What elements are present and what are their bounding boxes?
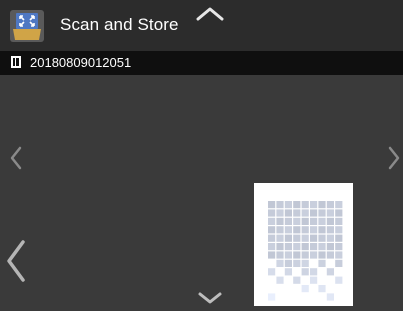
file-name-bar: 20180809012051 — [0, 51, 403, 75]
scan-and-store-icon[interactable] — [9, 9, 45, 43]
chevron-left-icon[interactable] — [9, 145, 23, 171]
chevron-up-icon[interactable] — [194, 4, 226, 22]
document-icon — [11, 56, 21, 68]
page-thumbnail[interactable] — [254, 183, 353, 306]
chevron-right-icon[interactable] — [387, 145, 401, 171]
scanned-page-image — [254, 183, 353, 306]
page-title: Scan and Store — [60, 15, 179, 34]
file-name-label: 20180809012051 — [30, 55, 132, 70]
chevron-down-icon[interactable] — [196, 291, 224, 305]
header-bar: Scan and Store — [0, 0, 403, 51]
chevron-left-large-icon[interactable] — [4, 238, 28, 284]
